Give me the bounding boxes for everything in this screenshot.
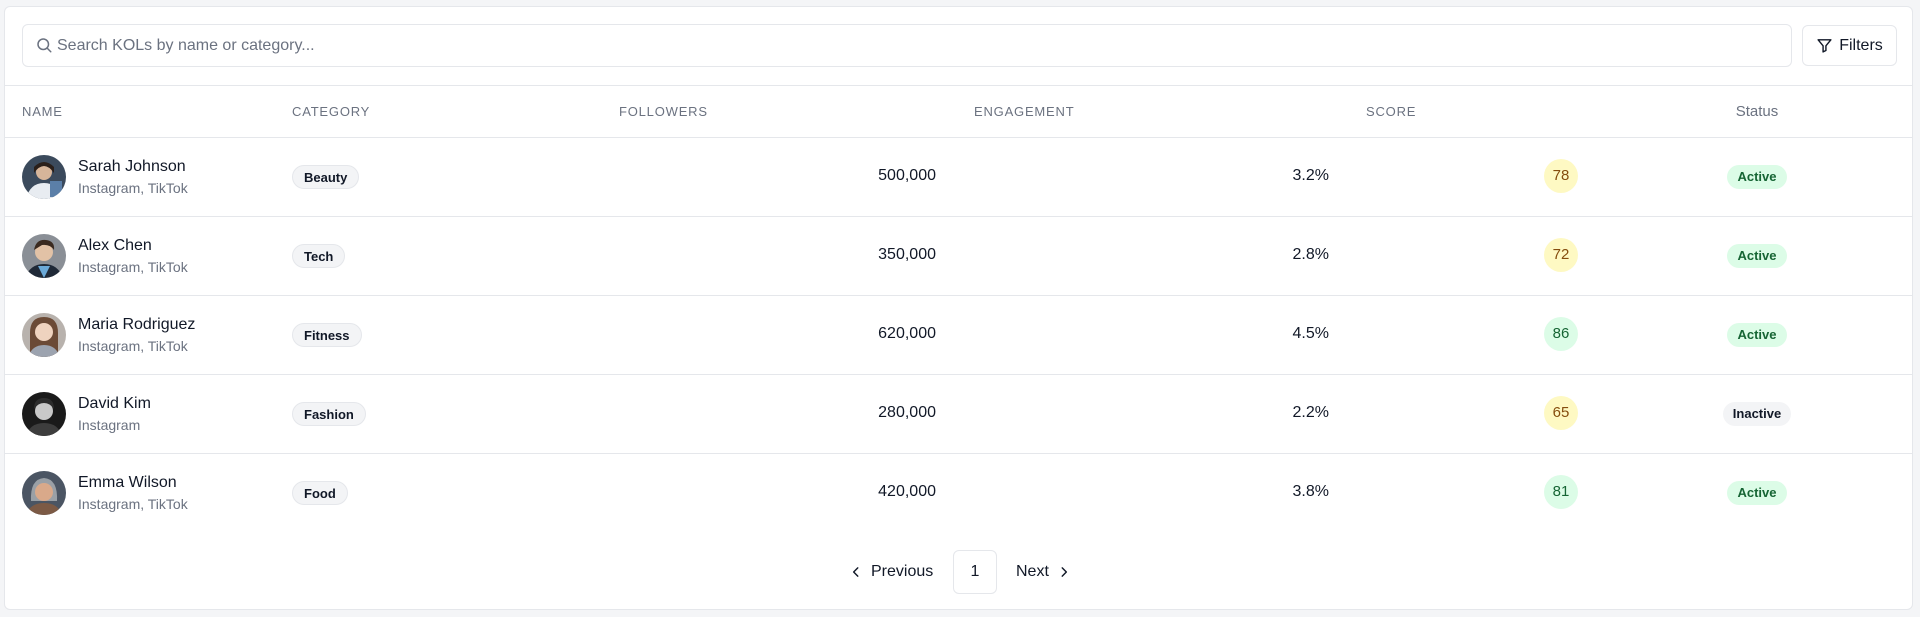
engagement-rate: 4.5%	[1292, 325, 1329, 342]
search-input[interactable]	[57, 25, 1777, 66]
category-badge: Tech	[292, 244, 346, 268]
filter-icon	[1817, 39, 1832, 53]
engagement-rate: 2.8%	[1292, 246, 1329, 263]
avatar	[22, 155, 66, 199]
status-badge: Active	[1727, 481, 1787, 505]
avatar	[22, 471, 66, 515]
followers-count: 500,000	[878, 167, 936, 184]
table-header: NAME CATEGORY FOLLOWERS ENGAGEMENT SCORE…	[5, 85, 1912, 138]
score-badge: 78	[1544, 159, 1578, 193]
column-header-followers[interactable]: FOLLOWERS	[619, 86, 708, 138]
category-badge: Fashion	[292, 402, 366, 426]
pagination: Previous 1 Next	[5, 550, 1912, 594]
kol-table-card: Filters NAME CATEGORY FOLLOWERS ENGAGEME…	[4, 6, 1913, 610]
kol-name[interactable]: Sarah Johnson	[78, 158, 186, 176]
kol-platforms: Instagram, TikTok	[78, 180, 188, 196]
page-number-button[interactable]: 1	[953, 550, 997, 594]
score-badge: 81	[1544, 475, 1578, 509]
status-badge: Active	[1727, 323, 1787, 347]
status-badge: Active	[1727, 244, 1787, 268]
search-icon	[35, 36, 53, 54]
score-badge: 86	[1544, 317, 1578, 351]
kol-platforms: Instagram, TikTok	[78, 338, 188, 354]
filters-button[interactable]: Filters	[1802, 25, 1897, 66]
status-badge: Inactive	[1722, 402, 1792, 426]
table-row[interactable]: Sarah Johnson Instagram, TikTok Beauty 5…	[5, 138, 1912, 217]
search-box[interactable]	[22, 24, 1792, 67]
filters-label: Filters	[1839, 36, 1883, 54]
table-row[interactable]: Emma Wilson Instagram, TikTok Food 420,0…	[5, 454, 1912, 533]
column-header-score[interactable]: SCORE	[1366, 86, 1416, 138]
next-label: Next	[1016, 563, 1049, 580]
category-badge: Fitness	[292, 323, 362, 347]
score-badge: 65	[1544, 396, 1578, 430]
followers-count: 420,000	[878, 483, 936, 500]
kol-name[interactable]: David Kim	[78, 395, 151, 413]
kol-platforms: Instagram, TikTok	[78, 496, 188, 512]
next-page-button[interactable]: Next	[1016, 550, 1071, 594]
chevron-right-icon	[1061, 567, 1067, 577]
table-row[interactable]: Alex Chen Instagram, TikTok Tech 350,000…	[5, 217, 1912, 296]
table-row[interactable]: David Kim Instagram Fashion 280,000 2.2%…	[5, 375, 1912, 454]
previous-label: Previous	[871, 563, 934, 580]
column-header-engagement[interactable]: ENGAGEMENT	[974, 86, 1074, 138]
table-row[interactable]: Maria Rodriguez Instagram, TikTok Fitnes…	[5, 296, 1912, 375]
followers-count: 280,000	[878, 404, 936, 421]
kol-platforms: Instagram, TikTok	[78, 259, 188, 275]
previous-page-button[interactable]: Previous	[849, 550, 933, 594]
kol-name[interactable]: Maria Rodriguez	[78, 316, 195, 334]
kol-name[interactable]: Alex Chen	[78, 237, 152, 255]
column-header-name[interactable]: NAME	[22, 86, 63, 138]
engagement-rate: 3.8%	[1292, 483, 1329, 500]
score-badge: 72	[1544, 238, 1578, 272]
kol-platforms: Instagram	[78, 417, 141, 433]
avatar	[22, 313, 66, 357]
kol-name[interactable]: Emma Wilson	[78, 474, 177, 492]
status-badge: Active	[1727, 165, 1787, 189]
column-header-status[interactable]: Status	[1707, 86, 1807, 138]
column-header-category[interactable]: CATEGORY	[292, 86, 370, 138]
category-badge: Beauty	[292, 165, 360, 189]
engagement-rate: 3.2%	[1292, 167, 1329, 184]
followers-count: 620,000	[878, 325, 936, 342]
category-badge: Food	[292, 481, 348, 505]
engagement-rate: 2.2%	[1292, 404, 1329, 421]
chevron-left-icon	[852, 567, 859, 577]
avatar	[22, 392, 66, 436]
followers-count: 350,000	[878, 246, 936, 263]
avatar	[22, 234, 66, 278]
